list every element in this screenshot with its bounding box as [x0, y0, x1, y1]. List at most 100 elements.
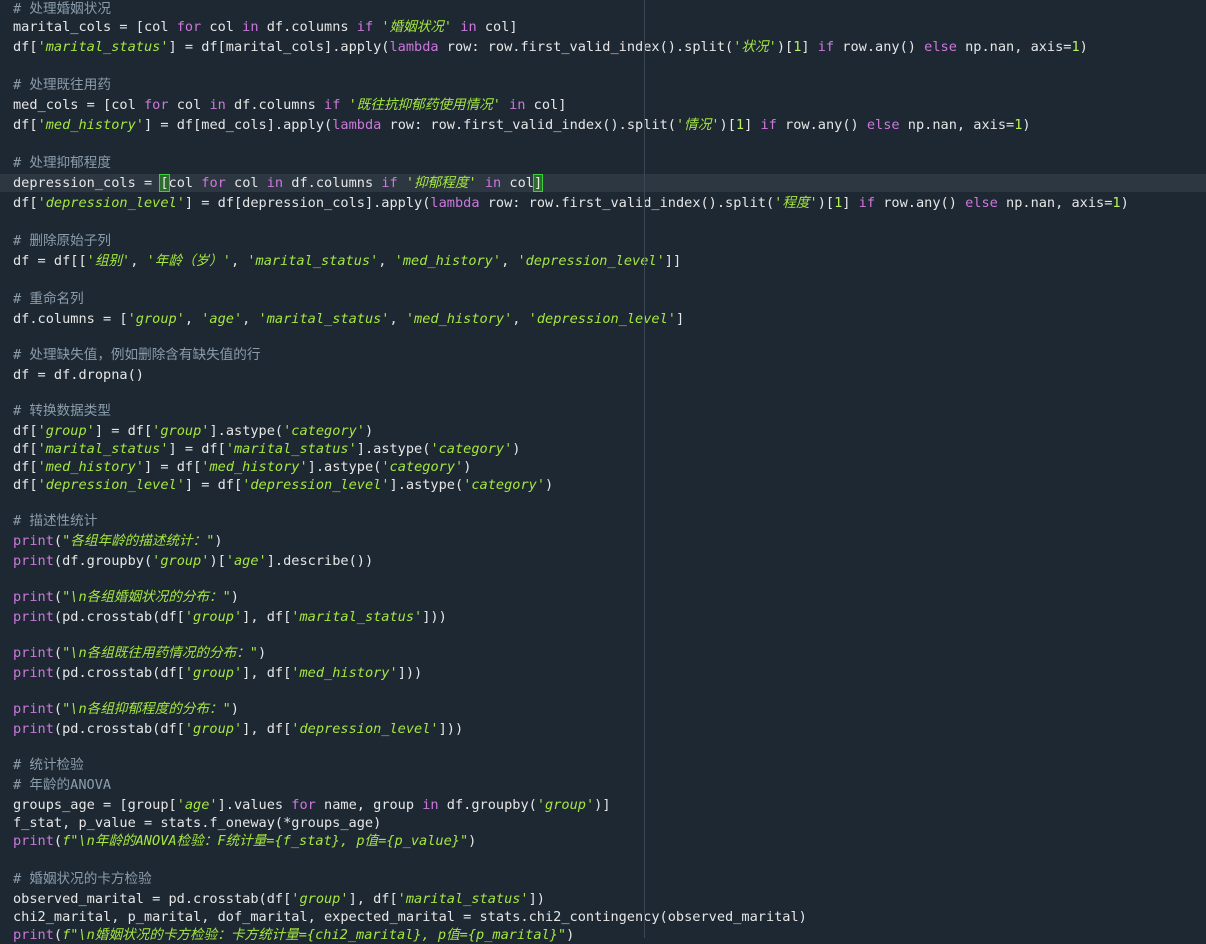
column-ruler	[644, 0, 645, 938]
code-token: )	[463, 459, 472, 475]
code-line[interactable]: df['med_history'] = df['med_history'].as…	[0, 458, 1206, 476]
string-token: "\n各组婚姻状况的分布："	[62, 589, 231, 605]
code-token: med_cols = [col	[13, 97, 144, 113]
builtin-token: print	[13, 589, 54, 605]
code-token: row.any()	[776, 117, 867, 133]
code-token: np.nan, axis=	[997, 195, 1113, 211]
code-line[interactable]: df['marital_status'] = df['marital_statu…	[0, 440, 1206, 458]
code-line[interactable]: # 年龄的ANOVA	[0, 776, 1206, 794]
code-token: ,	[501, 253, 518, 269]
string-token: "\n各组既往用药情况的分布："	[62, 645, 258, 661]
code-line[interactable]: # 统计检验	[0, 756, 1206, 774]
code-line[interactable]: depression_cols = [col for col in df.col…	[0, 174, 1206, 192]
code-token: )	[512, 441, 521, 457]
number-token: 1	[735, 117, 745, 133]
string-token: '情况'	[675, 117, 720, 133]
code-line[interactable]	[0, 384, 1206, 402]
code-line[interactable]: print("\n各组婚姻状况的分布：")	[0, 588, 1206, 606]
code-token: ]	[675, 311, 685, 327]
code-line[interactable]: observed_marital = pd.crosstab(df['group…	[0, 890, 1206, 908]
builtin-token: print	[13, 721, 54, 737]
string-token: 'group'	[291, 891, 349, 907]
code-line[interactable]: # 处理既往用药	[0, 76, 1206, 94]
string-token: 'med_history'	[394, 253, 502, 269]
code-line[interactable]: print(pd.crosstab(df['group'], df['marit…	[0, 608, 1206, 626]
code-line[interactable]: # 处理缺失值，例如删除含有缺失值的行	[0, 346, 1206, 364]
code-token: ] = df[marital_cols].apply(	[168, 39, 390, 55]
code-line[interactable]: print(pd.crosstab(df['group'], df['depre…	[0, 720, 1206, 738]
string-token: 'med_history'	[405, 311, 513, 327]
string-token: 'marital_status'	[247, 253, 379, 269]
code-line[interactable]	[0, 58, 1206, 76]
keyword-token: if	[324, 97, 341, 113]
string-token: 'marital_status'	[397, 891, 529, 907]
code-token: )]	[594, 797, 611, 813]
comment-token: # 重命名列	[13, 291, 84, 307]
code-line[interactable]: print("各组年龄的描述统计：")	[0, 532, 1206, 550]
code-line[interactable]: chi2_marital, p_marital, dof_marital, ex…	[0, 908, 1206, 926]
code-token: df = df[[	[13, 253, 87, 269]
builtin-token: print	[13, 833, 54, 849]
keyword-token: in	[242, 19, 259, 35]
code-line[interactable]: # 处理抑郁程度	[0, 154, 1206, 172]
code-token: )	[1022, 117, 1031, 133]
code-line[interactable]	[0, 852, 1206, 870]
code-line[interactable]: df.columns = ['group', 'age', 'marital_s…	[0, 310, 1206, 328]
code-token: (	[53, 589, 63, 605]
code-line[interactable]: df['marital_status'] = df[marital_cols].…	[0, 38, 1206, 56]
code-line[interactable]: # 删除原始子列	[0, 232, 1206, 250]
code-token: row: row.first_valid_index().split(	[479, 195, 775, 211]
string-token: 'marital_status'	[37, 39, 169, 55]
code-token: )	[230, 589, 239, 605]
string-token: 'depression_level'	[242, 477, 390, 493]
code-line[interactable]: # 婚姻状况的卡方检验	[0, 870, 1206, 888]
code-line[interactable]: print(df.groupby('group')['age'].describ…	[0, 552, 1206, 570]
code-line[interactable]: df = df.dropna()	[0, 366, 1206, 384]
code-line[interactable]	[0, 272, 1206, 290]
code-line[interactable]: # 处理婚姻状况	[0, 0, 1206, 18]
code-line[interactable]: # 转换数据类型	[0, 402, 1206, 420]
code-line[interactable]: print(f"\n婚姻状况的卡方检验：卡方统计量={chi2_marital}…	[0, 926, 1206, 944]
code-line[interactable]: # 重命名列	[0, 290, 1206, 308]
string-token: "\n各组抑郁程度的分布："	[62, 701, 231, 717]
keyword-token: in	[422, 797, 439, 813]
code-line[interactable]: f_stat, p_value = stats.f_oneway(*groups…	[0, 814, 1206, 832]
code-line[interactable]: print(pd.crosstab(df['group'], df['med_h…	[0, 664, 1206, 682]
string-token: 'marital_status'	[225, 441, 357, 457]
keyword-token: if	[381, 175, 398, 191]
string-token: 'group'	[184, 665, 243, 681]
code-line[interactable]	[0, 136, 1206, 154]
comment-token: # 统计检验	[13, 757, 84, 773]
code-editor[interactable]: # 处理婚姻状况 marital_cols = [col for col in d…	[0, 0, 1206, 943]
code-line[interactable]: marital_cols = [col for col in df.column…	[0, 18, 1206, 36]
code-line[interactable]: df = df[['组别', '年龄（岁）', 'marital_status'…	[0, 252, 1206, 270]
code-line[interactable]: df['med_history'] = df[med_cols].apply(l…	[0, 116, 1206, 134]
code-token: )[	[817, 195, 835, 211]
builtin-token: print	[13, 665, 54, 681]
code-line[interactable]: df['depression_level'] = df['depression_…	[0, 476, 1206, 494]
code-token: (pd.crosstab(df[	[53, 609, 185, 625]
code-line[interactable]	[0, 214, 1206, 232]
code-line[interactable]: df['depression_level'] = df[depression_c…	[0, 194, 1206, 212]
code-token: ,	[242, 311, 259, 327]
code-line[interactable]: df['group'] = df['group'].astype('catego…	[0, 422, 1206, 440]
keyword-token: if	[858, 195, 876, 211]
keyword-token: if	[760, 117, 777, 133]
code-line[interactable]: groups_age = [group['age'].values for na…	[0, 796, 1206, 814]
keyword-token: for	[291, 797, 316, 813]
code-line[interactable]: med_cols = [col for col in df.columns if…	[0, 96, 1206, 114]
code-token: ]	[801, 39, 818, 55]
string-token: 'age'	[176, 797, 218, 813]
code-line[interactable]: print("\n各组抑郁程度的分布：")	[0, 700, 1206, 718]
code-line[interactable]: print("\n各组既往用药情况的分布：")	[0, 644, 1206, 662]
code-token: df[	[13, 477, 38, 493]
string-token: 'depression_level'	[291, 721, 439, 737]
code-token: ] = df[	[168, 441, 226, 457]
code-line[interactable]: print(f"\n年龄的ANOVA检验：F统计量={f_stat}, p值={…	[0, 832, 1206, 850]
code-line[interactable]: # 描述性统计	[0, 512, 1206, 530]
code-token: (pd.crosstab(df[	[53, 721, 185, 737]
string-token: 'group'	[37, 423, 95, 439]
keyword-token: lambda	[389, 39, 439, 55]
code-token: ,	[184, 311, 202, 327]
